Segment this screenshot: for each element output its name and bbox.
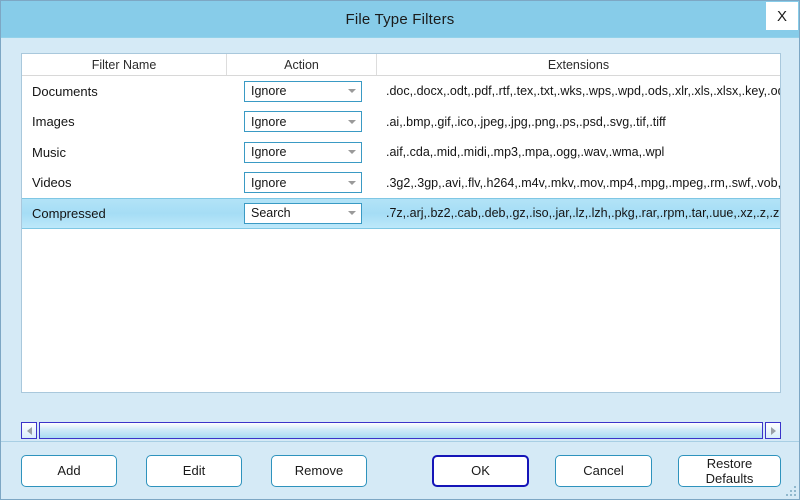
cell-extensions: .doc,.docx,.odt,.pdf,.rtf,.tex,.txt,.wks… [386,84,780,99]
action-dropdown-value: Ignore [251,84,287,99]
grid-rows: Documents Ignore .doc,.docx,.odt,.pdf,.rtf… [22,76,780,392]
table-row[interactable]: Compressed Search .7z,.arj,.bz2,.cab,.deb,… [22,198,780,229]
action-dropdown-value: Ignore [251,145,287,160]
dialog-body: Filter Name Action Extensions Documents I… [1,38,799,441]
file-type-filters-dialog: File Type Filters X Filter Name Action E… [0,0,800,500]
table-row[interactable]: Documents Ignore .doc,.docx,.odt,.pdf,.rtf… [22,76,780,107]
action-dropdown[interactable]: Ignore [244,80,362,102]
cell-extensions: .ai,.bmp,.gif,.ico,.jpeg,.jpg,.png,.ps,.… [386,114,666,129]
footer-button-bar: Add Edit Remove OK Cancel Restore Defaul… [1,441,799,499]
cell-filter-name: Images [32,114,75,130]
cancel-button[interactable]: Cancel [555,454,652,487]
cell-action: Ignore [227,76,377,107]
action-dropdown-value: Ignore [251,175,287,190]
table-row[interactable]: Images Ignore .ai,.bmp,.gif,.ico,.jpeg,.jp… [22,107,780,138]
action-dropdown-value: Search [251,206,291,221]
ok-button[interactable]: OK [432,454,529,487]
action-dropdown[interactable]: Search [244,202,362,224]
chevron-down-icon[interactable] [343,89,361,94]
window-title: File Type Filters [345,10,455,28]
add-button[interactable]: Add [21,454,117,487]
title-bar: File Type Filters X [1,1,799,38]
action-dropdown[interactable]: Ignore [244,172,362,194]
scroll-left-arrow-icon[interactable] [21,422,37,439]
column-header-extensions[interactable]: Extensions [377,54,780,75]
cell-filter-name: Videos [32,175,72,191]
remove-button[interactable]: Remove [271,454,367,487]
column-header-filter-name[interactable]: Filter Name [22,54,227,75]
table-row[interactable]: Music Ignore .aif,.cda,.mid,.midi,.mp3,.mp… [22,137,780,168]
grid-header: Filter Name Action Extensions [22,54,780,76]
horizontal-scrollbar[interactable] [21,420,781,441]
chevron-down-icon[interactable] [343,211,361,216]
cell-extensions: .3g2,.3gp,.avi,.flv,.h264,.m4v,.mkv,.mov… [386,175,780,190]
filters-listview[interactable]: Filter Name Action Extensions Documents I… [21,53,781,393]
cell-action: Ignore [227,107,377,138]
resize-grip-icon[interactable] [783,483,796,496]
close-icon[interactable]: X [766,2,798,30]
cell-filter-name: Documents [32,83,98,99]
cell-extensions: .aif,.cda,.mid,.midi,.mp3,.mpa,.ogg,.wav… [386,145,665,160]
cell-action: Search [227,199,377,228]
action-dropdown[interactable]: Ignore [244,141,362,163]
scrollbar-thumb[interactable] [39,422,763,439]
cell-filter-name: Compressed [32,205,106,221]
scrollbar-track[interactable] [39,422,763,439]
edit-button[interactable]: Edit [146,454,242,487]
column-header-action[interactable]: Action [227,54,377,75]
scroll-right-arrow-icon[interactable] [765,422,781,439]
cell-extensions: .7z,.arj,.bz2,.cab,.deb,.gz,.iso,.jar,.l… [386,206,780,221]
chevron-down-icon[interactable] [343,180,361,185]
cell-action: Ignore [227,168,377,199]
chevron-down-icon[interactable] [343,119,361,124]
chevron-down-icon[interactable] [343,150,361,155]
table-row[interactable]: Videos Ignore .3g2,.3gp,.avi,.flv,.h264,.m… [22,168,780,199]
action-dropdown-value: Ignore [251,114,287,129]
cell-action: Ignore [227,137,377,168]
action-dropdown[interactable]: Ignore [244,111,362,133]
cell-filter-name: Music [32,144,66,160]
restore-defaults-button[interactable]: Restore Defaults [678,454,781,487]
